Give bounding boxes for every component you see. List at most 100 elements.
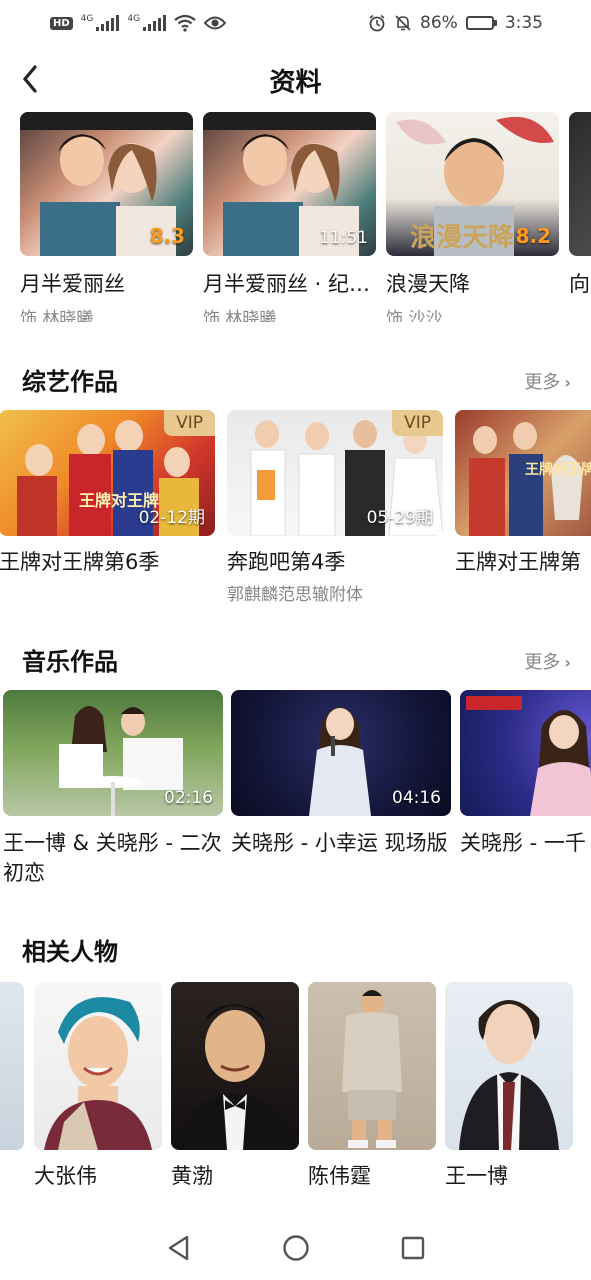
vip-badge: VIP <box>392 410 443 436</box>
role-card[interactable]: 浪漫天降 8.2 浪漫天降 饰 沙沙 <box>386 112 559 322</box>
people-row: 大张伟 黄渤 陈伟霆 王一博 <box>0 982 591 1192</box>
eye-icon <box>204 16 227 30</box>
network-type-label-2: 4G <box>127 14 141 24</box>
role-title: 月半爱丽丝 · 纪录片 <box>203 272 376 296</box>
chevron-right-icon: › <box>564 653 571 672</box>
signal-icon-2: 4G <box>127 14 167 31</box>
chevron-right-icon: › <box>564 373 571 392</box>
role-poster: 11:51 <box>203 112 376 256</box>
person-name: 大张伟 <box>34 1164 97 1188</box>
variety-subtitle: 郭麒麟范思辙附体 <box>227 585 363 605</box>
role-score: 8.3 <box>149 224 185 248</box>
variety-card[interactable]: VIP 05-29期 奔跑吧第4季 郭麒麟范思辙附体 <box>227 410 443 605</box>
more-button[interactable]: 更多 › <box>524 648 571 674</box>
person-card[interactable]: 黄渤 <box>171 982 299 1190</box>
nav-home-button[interactable] <box>272 1224 320 1272</box>
role-card[interactable]: 8.3 月半爱丽丝 饰 林晓曦 <box>20 112 193 322</box>
music-card[interactable]: 04:16 关晓彤 - 小幸运 现场版 <box>231 690 451 858</box>
person-card[interactable]: 王一博 <box>445 982 573 1190</box>
system-nav-bar <box>0 1216 591 1280</box>
header: 资料 <box>0 46 591 112</box>
battery-percent: 86% <box>420 13 458 33</box>
signal-icon: 4G <box>80 14 120 31</box>
episode-date: 02-12期 <box>138 508 205 528</box>
person-photo <box>445 982 573 1150</box>
person-art <box>342 989 402 1148</box>
role-title: 向 <box>569 272 590 296</box>
svg-text:浪漫天降: 浪漫天降 <box>410 222 515 253</box>
person-art <box>44 997 152 1150</box>
more-label: 更多 <box>524 372 561 393</box>
role-poster: 8.3 <box>20 112 193 256</box>
person-card[interactable]: 陈伟霆 <box>308 982 436 1190</box>
music-title: 关晓彤 - 小幸运 现场版 <box>231 831 448 855</box>
variety-thumbnail: 王牌对王牌 <box>455 410 591 536</box>
role-character: 饰 林晓曦 <box>20 309 94 322</box>
status-right: 86% 3:35 <box>368 13 543 33</box>
music-thumbnail: 04:16 <box>231 690 451 816</box>
role-character: 饰 沙沙 <box>386 309 443 322</box>
nav-recents-button[interactable] <box>389 1224 437 1272</box>
role-title: 月半爱丽丝 <box>20 272 125 296</box>
person-photo <box>34 982 162 1150</box>
network-type-label: 4G <box>80 14 94 24</box>
music-thumbnail: 02:16 <box>3 690 223 816</box>
more-button[interactable]: 更多 › <box>524 368 571 394</box>
recents-square-icon <box>401 1236 424 1260</box>
svg-text:王牌对王牌: 王牌对王牌 <box>525 461 591 478</box>
status-bar: HD 4G 4G 86% 3:35 <box>0 0 591 46</box>
section-title: 音乐作品 <box>22 648 118 676</box>
status-left: HD 4G 4G <box>50 14 227 32</box>
clock: 3:35 <box>504 13 543 33</box>
wifi-icon <box>174 14 196 32</box>
person-photo <box>308 982 436 1150</box>
person-name: 陈伟霆 <box>308 1164 371 1188</box>
person-art <box>179 1004 291 1150</box>
music-title: 王一博 & 关晓彤 - 二次初恋 <box>3 831 222 885</box>
episode-date: 05-29期 <box>366 508 433 528</box>
mute-icon <box>395 15 411 31</box>
variety-card[interactable]: 王牌对王牌 王牌对王牌第 <box>455 410 591 576</box>
variety-thumbnail: VIP 05-29期 <box>227 410 443 536</box>
nav-back-button[interactable] <box>155 1224 203 1272</box>
page-title: 资料 <box>269 68 322 98</box>
home-circle-icon <box>282 1235 309 1261</box>
role-character: 饰 林晓曦 <box>203 309 277 322</box>
people-section-header: 相关人物 <box>0 932 591 972</box>
person-name: 王一博 <box>445 1164 508 1188</box>
variety-section-header: 综艺作品 更多 › <box>0 362 591 402</box>
variety-title: 王牌对王牌第6季 <box>0 550 160 574</box>
variety-title: 奔跑吧第4季 <box>227 550 346 574</box>
music-title: 关晓彤 - 一千 <box>460 831 586 855</box>
back-triangle-icon <box>168 1235 188 1261</box>
person-card[interactable]: 大张伟 <box>34 982 162 1190</box>
alarm-icon <box>369 14 385 32</box>
section-title: 相关人物 <box>22 938 118 966</box>
role-card[interactable]: 11:51 月半爱丽丝 · 纪录片 饰 林晓曦 <box>203 112 376 322</box>
role-poster <box>569 112 591 256</box>
person-name: 黄渤 <box>171 1164 213 1188</box>
variety-title: 王牌对王牌第 <box>455 550 581 574</box>
variety-thumbnail: 王牌对王牌 VIP 02-12期 <box>0 410 215 536</box>
role-duration: 11:51 <box>319 228 368 248</box>
thumb-art: 王牌对王牌 <box>469 422 591 536</box>
person-photo <box>171 982 299 1150</box>
battery-icon <box>465 16 497 30</box>
person-photo <box>0 982 24 1150</box>
music-row: 02:16 王一博 & 关晓彤 - 二次初恋 04:16 关晓彤 - 小幸运 现… <box>0 690 591 900</box>
music-card[interactable]: 关晓彤 - 一千 <box>460 690 591 858</box>
variety-row: 王牌对王牌 VIP 02-12期 王牌对王牌第6季 VIP 05-29期 奔跑吧… <box>0 410 591 610</box>
roles-row: 8.3 月半爱丽丝 饰 林晓曦 11:51 月半爱丽丝 · 纪录片 饰 林晓曦 <box>0 112 591 322</box>
thumb-art <box>466 696 591 816</box>
variety-card[interactable]: 王牌对王牌 VIP 02-12期 王牌对王牌第6季 <box>0 410 215 576</box>
hd-icon: HD <box>50 16 73 30</box>
role-card[interactable]: 向 <box>569 112 591 298</box>
music-section-header: 音乐作品 更多 › <box>0 642 591 682</box>
role-score: 8.2 <box>515 224 551 248</box>
music-card[interactable]: 02:16 王一博 & 关晓彤 - 二次初恋 <box>3 690 223 888</box>
music-duration: 04:16 <box>392 788 441 808</box>
role-title: 浪漫天降 <box>386 272 470 296</box>
person-card[interactable] <box>0 982 24 1150</box>
section-title: 综艺作品 <box>22 368 118 396</box>
vip-badge: VIP <box>164 410 215 436</box>
